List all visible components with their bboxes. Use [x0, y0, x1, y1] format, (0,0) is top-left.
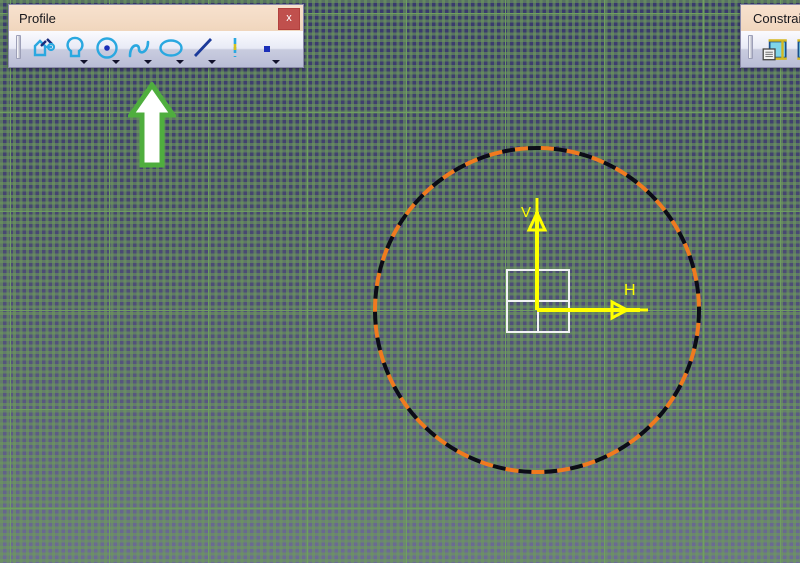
profile-toolbar-panel[interactable]: Profile x — [8, 4, 304, 68]
predefined-profile-icon — [66, 36, 84, 58]
tool-constraint[interactable] — [791, 31, 800, 65]
profile-toolbar-title: Profile — [19, 10, 56, 26]
tool-axis[interactable] — [219, 31, 251, 65]
axis-icon — [233, 38, 237, 57]
chevron-down-icon[interactable] — [208, 60, 216, 64]
tool-line[interactable] — [187, 31, 219, 65]
tool-constraints-defined-dialog[interactable] — [759, 31, 791, 65]
line-icon — [193, 38, 213, 57]
tool-profile-polyline[interactable] — [27, 31, 59, 65]
constraint-icon — [797, 39, 800, 60]
spline-icon — [128, 40, 150, 58]
constraint-toolbar-titlebar[interactable]: Constrain — [741, 5, 800, 31]
profile-toolbar-titlebar[interactable]: Profile x — [9, 5, 303, 31]
point-icon — [264, 46, 270, 52]
close-icon[interactable]: x — [278, 8, 300, 30]
tool-spline[interactable] — [123, 31, 155, 65]
tool-conic-ellipse[interactable] — [155, 31, 187, 65]
constraint-toolbar-panel[interactable]: Constrain — [740, 4, 800, 68]
tool-circle[interactable] — [91, 31, 123, 65]
chevron-down-icon[interactable] — [272, 60, 280, 64]
chevron-down-icon[interactable] — [144, 60, 152, 64]
constraint-toolbar-title: Constrain — [753, 10, 800, 26]
sketch-geometry: H V — [373, 146, 701, 474]
sketch-canvas[interactable]: H V — [0, 0, 800, 563]
green-up-arrow — [128, 82, 176, 168]
chevron-down-icon[interactable] — [80, 60, 88, 64]
green-up-arrow-shape — [128, 82, 176, 168]
toolbar-grip[interactable] — [16, 35, 21, 59]
vertical-axis-label: V — [521, 204, 531, 221]
horizontal-axis-label: H — [624, 282, 636, 299]
tool-point[interactable] — [251, 31, 283, 65]
conic-ellipse-icon — [159, 39, 183, 57]
chevron-down-icon[interactable] — [176, 60, 184, 64]
profile-toolbar-body — [9, 31, 303, 67]
constraints-defined-dialog-icon — [762, 39, 787, 61]
chevron-down-icon[interactable] — [112, 60, 120, 64]
circle-icon — [96, 37, 118, 59]
constraint-toolbar-body — [741, 31, 800, 67]
tool-predefined-profile[interactable] — [59, 31, 91, 65]
profile-polyline-icon — [33, 38, 56, 57]
toolbar-grip[interactable] — [748, 35, 753, 59]
